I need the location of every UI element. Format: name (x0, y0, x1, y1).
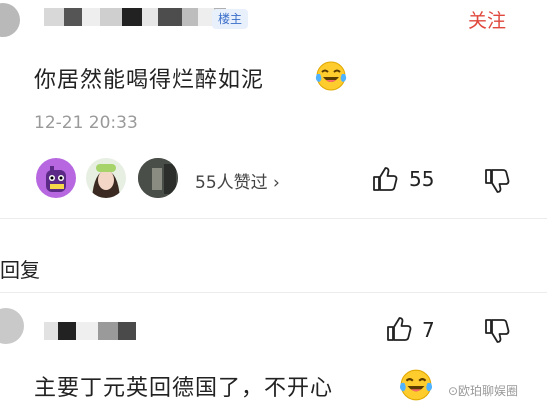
watermark: ⊙欧珀聊娱圈 (448, 384, 519, 398)
reply-thumbs-up-icon[interactable] (386, 316, 412, 342)
liker-avatar-1[interactable] (36, 158, 76, 198)
username-mosaic[interactable] (44, 8, 226, 26)
likes-summary-text: 55人赞过 (195, 173, 268, 193)
comment-like-count: 55 (409, 167, 435, 191)
comment-text: 你居然能喝得烂醉如泥 (34, 62, 264, 94)
liker-avatar-3[interactable] (138, 158, 178, 198)
top-avatar[interactable] (0, 3, 20, 37)
likes-summary-link[interactable]: 55人赞过 › (195, 168, 280, 193)
cartoon-avatar-icon (46, 166, 66, 192)
reply-thumbs-down-icon[interactable] (484, 318, 510, 344)
reply-like-count: 7 (422, 318, 435, 342)
reply-avatar[interactable] (0, 308, 24, 344)
reply-crying-laughing-emoji (399, 369, 433, 401)
owner-badge: 楼主 (212, 9, 249, 29)
portrait-avatar-icon (92, 164, 120, 198)
thumbs-down-icon[interactable] (484, 168, 510, 194)
liker-avatar-2[interactable] (86, 158, 126, 198)
reply-text: 主要丁元英回德国了，不开心 (34, 370, 333, 402)
crying-laughing-emoji (315, 61, 347, 91)
comment-timestamp: 12-21 20:33 (34, 113, 138, 133)
follow-button[interactable]: 关注 (468, 6, 506, 33)
comment-text-content: 你居然能喝得烂醉如泥 (34, 68, 265, 93)
reply-text-content: 主要丁元英回德国了，不开心 (34, 376, 334, 401)
reply-divider (0, 292, 547, 293)
thumbs-up-icon[interactable] (372, 166, 398, 192)
section-divider (0, 218, 547, 219)
chevron-right-icon: › (273, 173, 280, 193)
reply-section-title: 回复 (0, 258, 40, 282)
reply-username-mosaic[interactable] (44, 322, 136, 340)
photo-avatar-icon (138, 158, 178, 198)
